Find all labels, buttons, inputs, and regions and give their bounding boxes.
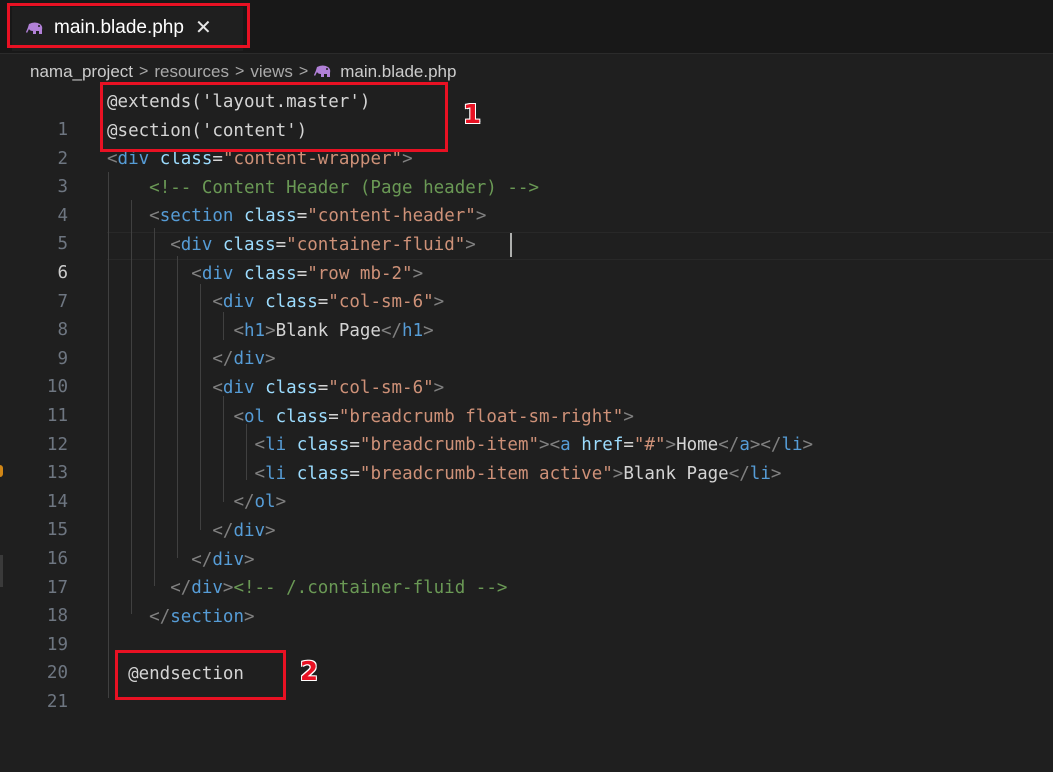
code-line: 18 </div><!-- /.container-fluid --> xyxy=(0,574,1053,626)
code-line: 6 <div class="container-fluid"> xyxy=(0,231,1053,283)
breadcrumb-item-file[interactable]: main.blade.php xyxy=(340,62,456,82)
code-line: 14 <li class="breadcrumb-item active">Bl… xyxy=(0,460,1053,512)
code-line: 16 </div> xyxy=(0,517,1053,569)
code-line: 15 </ol> xyxy=(0,488,1053,540)
annotation-box-tab xyxy=(7,3,250,48)
code-line: 11 <div class="col-sm-6"> xyxy=(0,374,1053,426)
code-line: 7 <div class="row mb-2"> xyxy=(0,260,1053,312)
code-comment: <!-- /.container-fluid --> xyxy=(233,578,508,599)
text-caret xyxy=(510,233,512,257)
code-line: 12 <ol class="breadcrumb float-sm-right"… xyxy=(0,403,1053,455)
tab-divider xyxy=(0,53,1053,54)
chevron-right-icon: > xyxy=(235,63,245,80)
chevron-right-icon: > xyxy=(139,63,149,80)
annotation-box-2 xyxy=(115,650,286,700)
elephant-icon xyxy=(314,65,331,77)
line-number: 21 xyxy=(46,692,68,712)
annotation-number-1: 1 xyxy=(463,100,482,130)
annotation-number-2: 2 xyxy=(300,657,319,687)
code-line: 9 <h1>Blank Page</h1> xyxy=(0,317,1053,369)
breadcrumb-item-views[interactable]: views xyxy=(250,62,293,82)
annotation-box-1 xyxy=(100,82,448,152)
breadcrumb: nama_project > resources > views > main.… xyxy=(30,60,456,84)
breadcrumb-item-resources[interactable]: resources xyxy=(154,62,229,82)
code-line: 19 </section> xyxy=(0,603,1053,655)
breadcrumb-item-project[interactable]: nama_project xyxy=(30,62,133,82)
code-comment: <!-- Content Header (Page header) --> xyxy=(149,177,539,198)
code-line: 17 </div> xyxy=(0,546,1053,598)
code-line: 10 </div> xyxy=(0,345,1053,397)
code-line: 4 <!-- Content Header (Page header) --> xyxy=(0,174,1053,226)
code-line: 5 <section class="content-header"> xyxy=(0,202,1053,254)
code-line: 13 <li class="breadcrumb-item"><a href="… xyxy=(0,431,1053,483)
code-line: 8 <div class="col-sm-6"> xyxy=(0,288,1053,340)
chevron-right-icon: > xyxy=(298,63,309,80)
